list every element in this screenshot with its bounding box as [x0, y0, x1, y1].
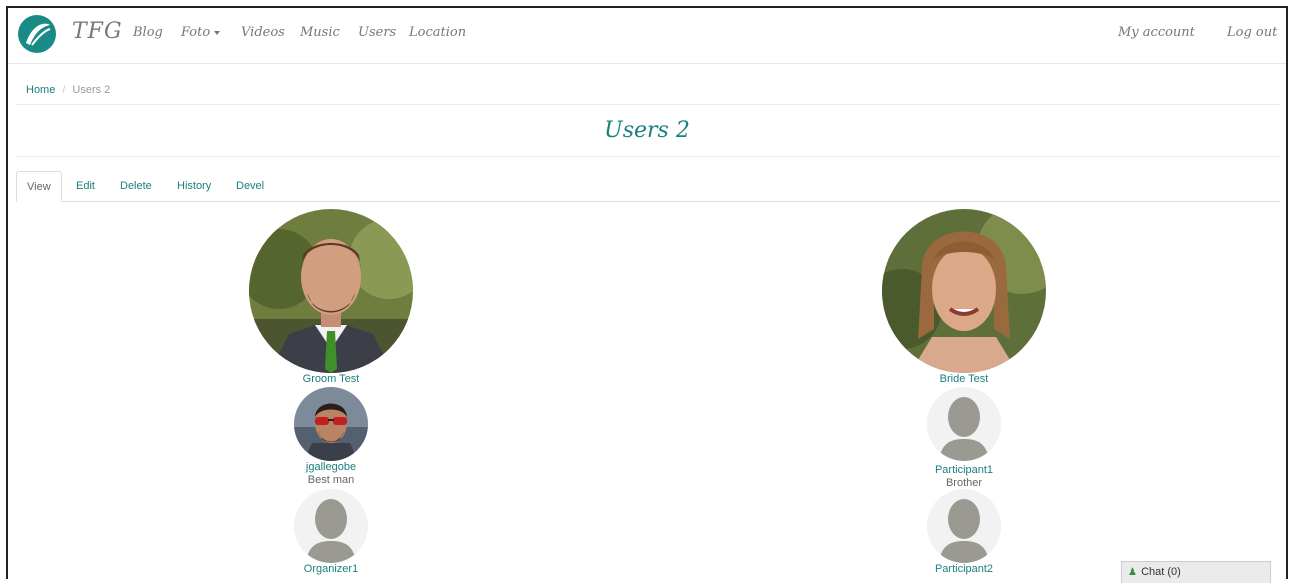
divider	[16, 104, 1280, 105]
nav-users[interactable]: Users	[358, 25, 396, 40]
nav-blog[interactable]: Blog	[133, 25, 163, 40]
best-man-photo[interactable]	[294, 387, 368, 461]
breadcrumb: Home / Users 2	[26, 84, 110, 96]
site-logo[interactable]	[18, 15, 56, 53]
participant1-card: Participant1 Brother	[914, 387, 1014, 490]
groom-card: Groom Test	[231, 209, 431, 386]
chat-users-icon: ♟	[1128, 567, 1137, 578]
nav-videos[interactable]: Videos	[241, 25, 285, 40]
tab-view[interactable]: View	[16, 171, 62, 202]
nav-music[interactable]: Music	[300, 25, 340, 40]
bride-card: Bride Test	[864, 209, 1064, 386]
best-man-name[interactable]: jgallegobe	[281, 461, 381, 474]
nav-log-out[interactable]: Log out	[1227, 25, 1277, 40]
nav-location[interactable]: Location	[409, 25, 466, 40]
best-man-role: Best man	[307, 474, 355, 486]
divider	[16, 156, 1280, 157]
breadcrumb-home[interactable]: Home	[26, 84, 55, 96]
breadcrumb-separator: /	[62, 84, 66, 96]
organizer1-name[interactable]: Organizer1	[281, 563, 381, 576]
chevron-down-icon	[214, 30, 221, 35]
bride-name[interactable]: Bride Test	[864, 373, 1064, 386]
groom-photo[interactable]	[249, 209, 413, 373]
nav-foto[interactable]: Foto	[181, 25, 221, 40]
bride-photo[interactable]	[882, 209, 1046, 373]
participant1-avatar[interactable]	[927, 387, 1001, 461]
default-user-icon	[927, 387, 1001, 461]
organizer1-avatar[interactable]	[294, 489, 368, 563]
default-user-icon	[927, 489, 1001, 563]
breadcrumb-current: Users 2	[72, 84, 111, 96]
participant2-name[interactable]: Participant2	[914, 563, 1014, 576]
best-man-card: jgallegobe Best man	[281, 387, 381, 487]
tab-devel[interactable]: Devel	[226, 171, 274, 201]
organizer1-card: Organizer1	[281, 489, 381, 576]
participant1-name[interactable]: Participant1	[914, 464, 1014, 477]
default-user-icon	[294, 489, 368, 563]
groom-name[interactable]: Groom Test	[231, 373, 431, 386]
chat-widget[interactable]: ♟ Chat (0)	[1121, 561, 1271, 583]
participant2-card: Participant2	[914, 489, 1014, 576]
navbar: TFG Blog Foto Videos Music Users Locatio…	[8, 8, 1286, 64]
nav-my-account[interactable]: My account	[1118, 25, 1195, 40]
chat-label: Chat (0)	[1141, 566, 1181, 578]
nav-foto-label: Foto	[181, 25, 211, 40]
page-frame	[6, 6, 1288, 579]
page-title: Users 2	[604, 118, 690, 143]
participant2-avatar[interactable]	[927, 489, 1001, 563]
tab-bar: View Edit Delete History Devel	[16, 171, 1280, 202]
tab-history[interactable]: History	[167, 171, 221, 201]
tab-edit[interactable]: Edit	[66, 171, 105, 201]
tab-delete[interactable]: Delete	[110, 171, 162, 201]
brand-name[interactable]: TFG	[72, 19, 123, 44]
